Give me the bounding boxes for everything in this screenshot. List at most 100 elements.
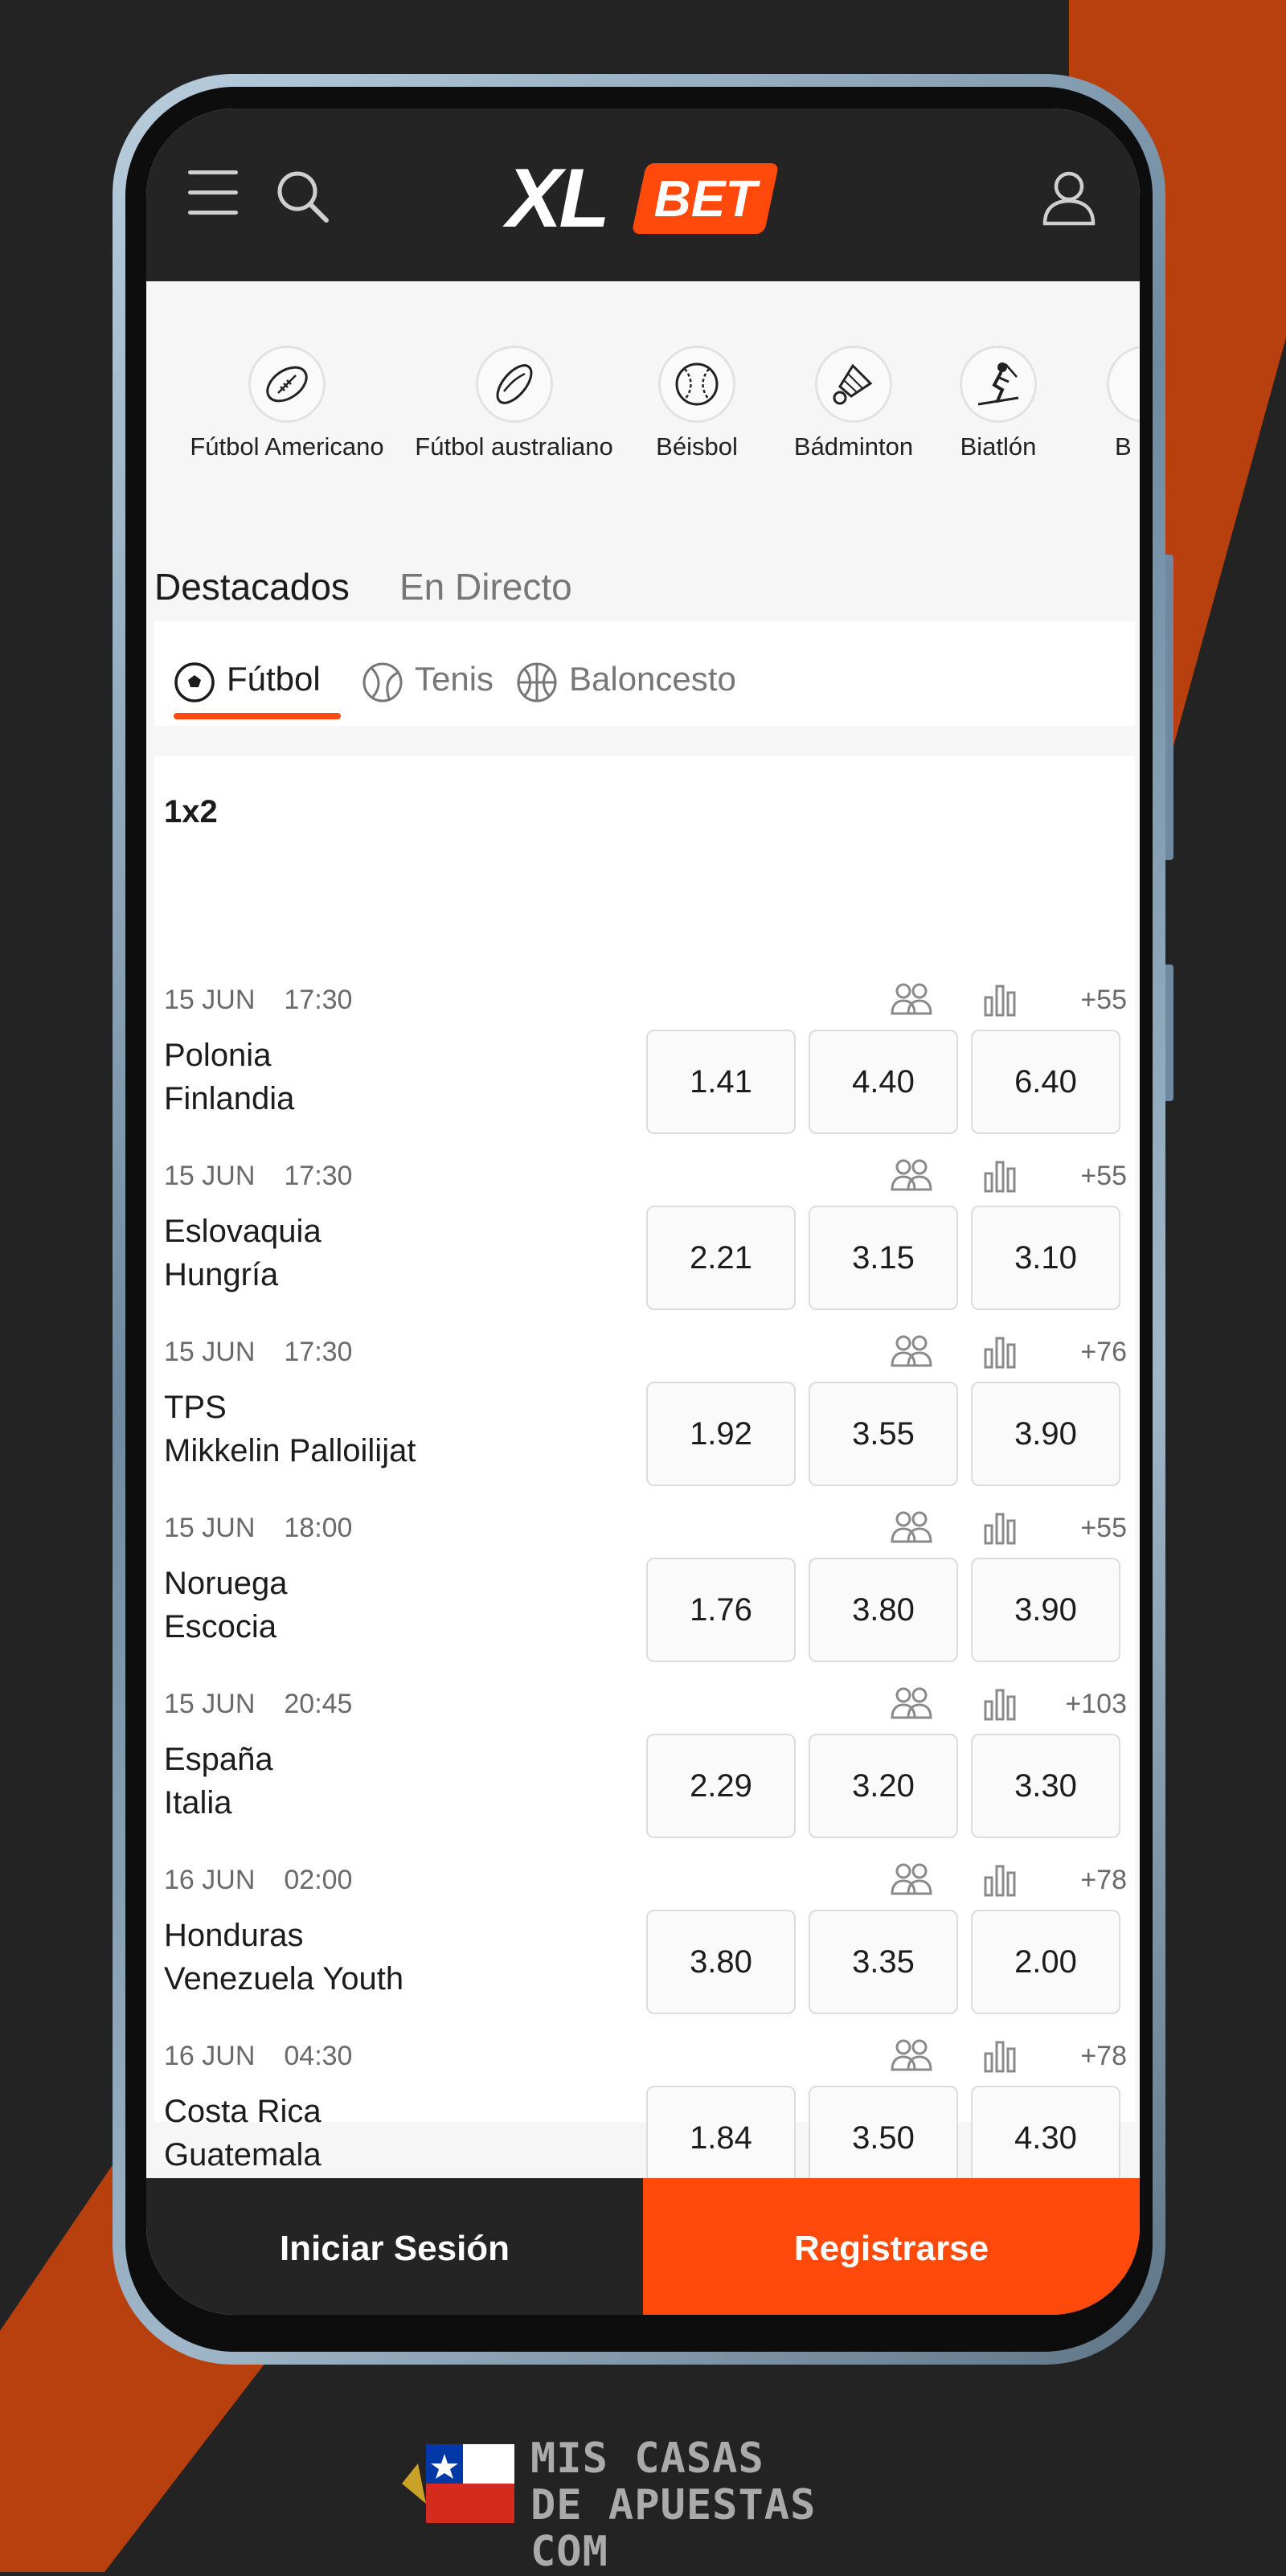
event-row[interactable]: 15 JUN 20:45 +103 España Italia 2.29 3.20 3.30 (154, 1687, 1135, 1865)
event-row[interactable]: 16 JUN 02:00 +78 Honduras Venezuela Youth 3.8… (154, 1863, 1135, 2041)
event-datetime: 15 JUN 17:30 (164, 1161, 352, 1192)
odd-draw-button[interactable]: 3.80 (809, 1558, 958, 1662)
event-date: 16 JUN (164, 1865, 256, 1895)
head-to-head-icon[interactable] (890, 1333, 933, 1373)
event-datetime: 15 JUN 18:00 (164, 1513, 352, 1544)
statistics-icon[interactable] (982, 1509, 1018, 1549)
odd-away-button[interactable]: 3.10 (971, 1206, 1120, 1310)
sport-item-badminton[interactable]: Bádminton (773, 346, 934, 461)
statistics-icon[interactable] (982, 1861, 1018, 1901)
statistics-icon[interactable] (982, 1333, 1018, 1373)
tennis-ball-icon (362, 661, 403, 707)
active-tab-indicator (174, 713, 341, 719)
head-to-head-icon[interactable] (890, 1685, 933, 1725)
sport-item-american-football[interactable]: Fútbol Americano (182, 346, 391, 461)
odd-home-button[interactable]: 1.84 (646, 2086, 796, 2190)
more-markets-count[interactable]: +55 (1080, 1513, 1127, 1544)
odd-draw-button[interactable]: 3.55 (809, 1382, 958, 1486)
event-time: 04:30 (284, 2041, 353, 2071)
event-datetime: 15 JUN 17:30 (164, 985, 352, 1016)
home-team: España (164, 1742, 273, 1777)
home-team: Costa Rica (164, 2094, 322, 2129)
odd-home-button[interactable]: 2.29 (646, 1734, 796, 1838)
event-row[interactable]: 15 JUN 17:30 +55 Polonia Finlandia 1.41 4.40 6.… (154, 983, 1135, 1161)
sport-label: Béisbol (656, 432, 738, 461)
more-markets-count[interactable]: +76 (1080, 1337, 1127, 1368)
user-account-icon[interactable] (1040, 169, 1098, 227)
odd-home-button[interactable]: 1.41 (646, 1030, 796, 1134)
event-date: 15 JUN (164, 1513, 256, 1543)
odd-home-button[interactable]: 1.92 (646, 1382, 796, 1486)
odd-away-button[interactable]: 3.90 (971, 1382, 1120, 1486)
statistics-icon[interactable] (982, 2037, 1018, 2077)
head-to-head-icon[interactable] (890, 1861, 933, 1901)
away-team: Guatemala (164, 2137, 322, 2173)
away-team: Finlandia (164, 1081, 295, 1116)
chile-flag-icon (402, 2444, 514, 2523)
odd-away-button[interactable]: 2.00 (971, 1910, 1120, 2014)
app-screen: XL BET Fútbol Americano Fútbol australia… (146, 109, 1140, 2315)
event-row[interactable]: 15 JUN 17:30 +76 TPS Mikkelin Palloilijat 1.9… (154, 1335, 1135, 1513)
more-markets-count[interactable]: +103 (1065, 1689, 1127, 1720)
more-markets-count[interactable]: +55 (1080, 985, 1127, 1016)
statistics-icon[interactable] (982, 1157, 1018, 1197)
login-button[interactable]: Iniciar Sesión (146, 2178, 643, 2315)
register-button[interactable]: Registrarse (643, 2178, 1140, 2315)
home-team: TPS (164, 1390, 227, 1425)
statistics-icon[interactable] (982, 981, 1018, 1021)
watermark-text: MIS CASAS DE APUESTAS COM (530, 2435, 908, 2575)
more-markets-count[interactable]: +78 (1080, 1865, 1127, 1896)
basketball-icon (516, 661, 558, 707)
head-to-head-icon[interactable] (890, 2037, 933, 2077)
odd-home-button[interactable]: 1.76 (646, 1558, 796, 1662)
home-team: Eslovaquia (164, 1214, 322, 1249)
home-team: Polonia (164, 1038, 272, 1073)
odd-draw-button[interactable]: 3.15 (809, 1206, 958, 1310)
head-to-head-icon[interactable] (890, 981, 933, 1021)
odd-home-button[interactable]: 2.21 (646, 1206, 796, 1310)
odd-draw-button[interactable]: 3.20 (809, 1734, 958, 1838)
odd-away-button[interactable]: 3.90 (971, 1558, 1120, 1662)
odd-draw-button[interactable]: 4.40 (809, 1030, 958, 1134)
sport-label: B (1115, 432, 1132, 461)
odd-away-button[interactable]: 4.30 (971, 2086, 1120, 2190)
event-time: 17:30 (284, 985, 353, 1015)
sport-filter-tabs: Fútbol Tenis Baloncesto (154, 621, 1135, 726)
more-markets-count[interactable]: +55 (1080, 1161, 1127, 1192)
event-row[interactable]: 15 JUN 18:00 +55 Noruega Escocia 1.76 3.80 3.90 (154, 1511, 1135, 1689)
baseball-icon (658, 346, 735, 423)
xlbet-logo[interactable]: XL BET (506, 157, 780, 241)
more-markets-count[interactable]: +78 (1080, 2041, 1127, 2072)
sport-item-australian-football[interactable]: Fútbol australiano (408, 346, 620, 461)
sport-item-biathlon[interactable]: Biatlón (942, 346, 1055, 461)
away-team: Mikkelin Palloilijat (164, 1433, 416, 1468)
auth-footer: Iniciar Sesión Registrarse (146, 2178, 1140, 2315)
search-icon[interactable] (275, 169, 331, 225)
sport-item-baseball[interactable]: Béisbol (637, 346, 757, 461)
logo-bet-text: BET (653, 170, 757, 227)
head-to-head-icon[interactable] (890, 1157, 933, 1197)
tab-label: Fútbol (227, 660, 321, 698)
australian-football-icon (475, 346, 553, 423)
sport-item-partial[interactable]: B (1107, 346, 1140, 461)
event-row[interactable]: 15 JUN 17:30 +55 Eslovaquia Hungría 2.21 3.15 3… (154, 1159, 1135, 1337)
head-to-head-icon[interactable] (890, 1509, 933, 1549)
hamburger-menu-icon[interactable] (188, 169, 240, 217)
odd-away-button[interactable]: 6.40 (971, 1030, 1120, 1134)
tab-live[interactable]: En Directo (399, 565, 572, 608)
odd-away-button[interactable]: 3.30 (971, 1734, 1120, 1838)
tab-featured[interactable]: Destacados (154, 565, 350, 608)
shuttlecock-icon (815, 346, 892, 423)
market-title: 1x2 (164, 794, 218, 829)
statistics-icon[interactable] (982, 1685, 1018, 1725)
event-time: 02:00 (284, 1865, 353, 1895)
sports-carousel[interactable]: Fútbol Americano Fútbol australiano Béis… (146, 346, 1140, 486)
event-time: 17:30 (284, 1337, 353, 1367)
event-time: 17:30 (284, 1161, 353, 1191)
logo-xl-text: XL (506, 152, 610, 245)
american-football-icon (248, 346, 326, 423)
partial-sport-icon (1107, 346, 1140, 423)
odd-draw-button[interactable]: 3.35 (809, 1910, 958, 2014)
odd-home-button[interactable]: 3.80 (646, 1910, 796, 2014)
odd-draw-button[interactable]: 3.50 (809, 2086, 958, 2190)
